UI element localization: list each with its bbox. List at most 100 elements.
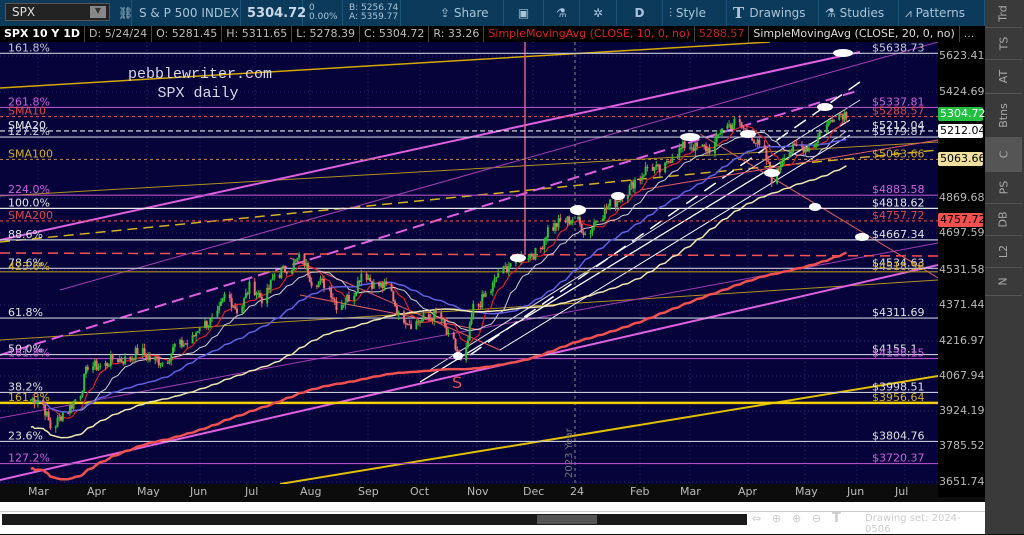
style-button[interactable]: ⫶ Style	[663, 0, 727, 26]
symbol-input[interactable]: SPX ▼	[5, 3, 110, 21]
candle-body	[95, 360, 98, 370]
drawings-button[interactable]: T Drawings	[727, 0, 819, 26]
chart-info-bar: SPX 10 Y 1D D: 5/24/24 O: 5281.45 H: 531…	[0, 26, 1024, 42]
flask-icon[interactable]: ⚗	[544, 0, 580, 26]
level-left-label: 100.0%	[8, 196, 50, 209]
candle-body	[81, 390, 84, 397]
horizontal-scrollbar[interactable]	[2, 514, 747, 525]
candle-body	[721, 128, 724, 134]
side-tab-label: L2	[996, 244, 1010, 259]
close: C: 5304.72	[360, 26, 430, 42]
price-chart[interactable]: 161.8% $5638.73261.8% $5337.81SMA10 $5288.5…	[0, 42, 938, 484]
candle-body	[653, 166, 656, 171]
candle-body	[84, 366, 87, 374]
zoom-out-icon[interactable]: ⊖	[812, 512, 821, 525]
side-tab-n[interactable]: N	[985, 268, 1022, 296]
candle-body	[569, 221, 572, 224]
last-price: 5304.72	[241, 0, 306, 26]
candle-body	[680, 147, 683, 149]
scrollbar-thumb[interactable]	[537, 515, 597, 524]
studies-button[interactable]: ⚗ Studies	[819, 0, 899, 26]
alert-icon[interactable]: ▣	[504, 0, 544, 26]
gear-icon[interactable]: ✲	[580, 0, 617, 26]
price-axis[interactable]: 5623.41 5424.69 4869.68 4697.59 4531.58 4371.…	[938, 42, 986, 497]
candle-body	[559, 218, 562, 221]
candle-body	[696, 142, 699, 147]
time-tick: Apr	[738, 485, 758, 498]
price-tick: 4371.44	[939, 298, 985, 311]
candle-body	[257, 292, 260, 294]
candle-body	[315, 285, 318, 288]
flask-icon: ⚗	[825, 6, 840, 20]
candle-body	[532, 256, 535, 260]
candle-body	[303, 253, 306, 266]
text-icon[interactable]: T	[832, 511, 841, 526]
candle-body	[223, 294, 226, 299]
candle-body	[328, 288, 331, 290]
side-tab-c[interactable]: C	[985, 138, 1022, 172]
price-badge: 5304.72	[938, 107, 986, 121]
candle-body	[584, 233, 587, 235]
candle-body	[228, 294, 231, 299]
candle-body	[452, 332, 455, 339]
candle-body	[333, 298, 336, 301]
level-right-label: $4883.58	[872, 183, 925, 196]
ask: A: 5359.77	[349, 12, 399, 22]
candle-body	[218, 305, 221, 311]
drawing-set-label[interactable]: Drawing set: 2024-0506	[865, 513, 985, 535]
candle-body	[568, 216, 571, 224]
candle-body	[665, 160, 668, 163]
candle-body	[67, 412, 70, 414]
side-tab-btns[interactable]: Btns	[985, 94, 1022, 138]
candle-body	[468, 323, 471, 341]
side-tab-l2[interactable]: L2	[985, 236, 1022, 268]
candle-body	[728, 124, 731, 126]
candle-body	[219, 301, 222, 306]
zoom-in-icon[interactable]: ⊕	[792, 512, 801, 525]
side-tab-trd[interactable]: Trd	[985, 0, 1022, 28]
candle-body	[440, 312, 443, 320]
time-axis[interactable]: Mar Apr May Jun Jul Aug Sep Oct Nov Dec 24 Feb Mar Ap…	[0, 484, 938, 500]
candle-body	[282, 266, 285, 269]
candle-body	[420, 319, 423, 323]
candle-body	[173, 344, 176, 347]
candle-body	[484, 292, 487, 297]
pattern-icon: ⩘	[905, 5, 916, 20]
candle-body	[319, 278, 322, 282]
candle-body	[58, 416, 61, 418]
candle-body	[795, 144, 798, 146]
side-tab-label: C	[997, 150, 1010, 159]
patterns-button[interactable]: ⩘ Patterns	[899, 0, 985, 26]
candle-body	[180, 339, 183, 347]
pan-icon[interactable]: ⇔	[752, 512, 761, 525]
candle-body	[742, 126, 745, 129]
candle-body	[482, 294, 485, 297]
side-tab-at[interactable]: AT	[985, 60, 1022, 94]
candle-body	[298, 253, 301, 259]
side-tab-ts[interactable]: TS	[985, 28, 1022, 60]
side-tab-db[interactable]: DB	[985, 204, 1022, 236]
candle-body	[442, 319, 445, 321]
candle-body	[808, 147, 811, 152]
sma20-study[interactable]: SimpleMovingAvg (CLOSE, 20, 0, no)	[749, 26, 960, 42]
level-right-label: $4667.34	[872, 228, 925, 241]
candle-body	[816, 136, 819, 143]
candle-body	[204, 321, 207, 328]
side-tab-ps[interactable]: PS	[985, 172, 1022, 204]
candle-body	[651, 166, 654, 171]
candle-body	[644, 166, 647, 176]
candle-body	[555, 223, 558, 227]
crosshair-icon[interactable]: ⊕	[772, 512, 781, 525]
candle-body	[273, 275, 276, 279]
candle-body	[340, 304, 343, 311]
chevron-down-icon[interactable]: ▼	[90, 6, 106, 18]
toolbar: SPX ▼ ⛓ S & P 500 INDEX 5304.72 0 0.00% B:…	[0, 0, 1024, 26]
period-button[interactable]: D	[617, 0, 663, 26]
link-icon[interactable]: ⛓	[112, 0, 133, 26]
candle-body	[689, 147, 692, 149]
share-button[interactable]: ⇪ Share	[434, 0, 504, 26]
price-tick: 4869.68	[939, 191, 985, 204]
candle-body	[609, 199, 612, 206]
sma10-study[interactable]: SimpleMovingAvg (CLOSE, 10, 0, no)	[484, 26, 695, 42]
candle-body	[545, 237, 548, 240]
